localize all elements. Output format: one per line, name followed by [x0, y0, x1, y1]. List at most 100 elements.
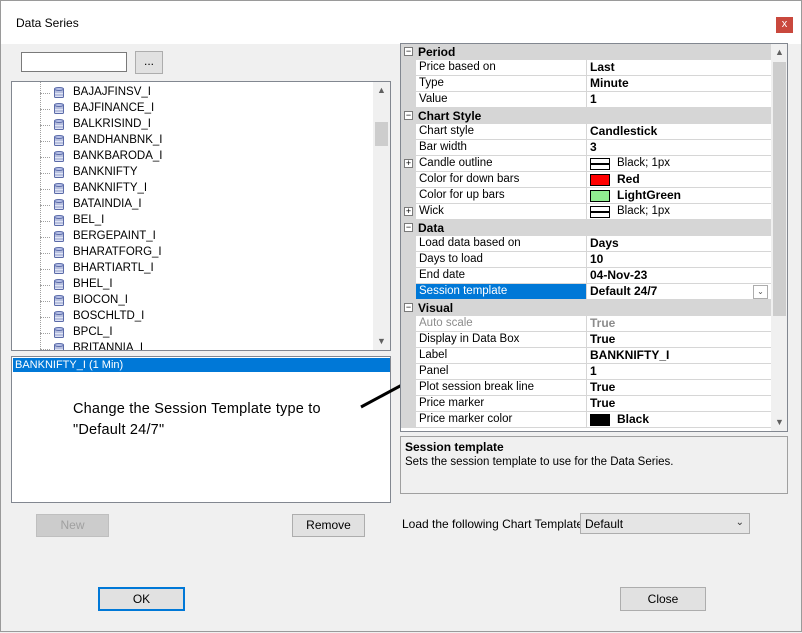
property-value[interactable]: 1 — [587, 364, 772, 380]
collapse-icon[interactable]: − — [404, 303, 413, 312]
property-row[interactable]: Auto scale True — [401, 316, 772, 332]
tree-item[interactable]: BEL_I — [40, 205, 340, 229]
property-row[interactable]: + Wick Black; 1px — [401, 204, 772, 220]
property-row[interactable]: + Candle outline Black; 1px — [401, 156, 772, 172]
close-icon[interactable]: x — [776, 17, 793, 33]
tree-scrollbar[interactable]: ▲ ▼ — [373, 82, 390, 350]
property-row[interactable]: Color for down bars Red — [401, 172, 772, 188]
property-name: Price marker color — [416, 412, 587, 428]
property-row[interactable]: Load data based on Days — [401, 236, 772, 252]
property-row[interactable]: Type Minute — [401, 76, 772, 92]
collapse-icon[interactable]: − — [404, 223, 413, 232]
property-value[interactable]: BANKNIFTY_I — [587, 348, 772, 364]
ok-button[interactable]: OK — [98, 587, 185, 611]
property-value[interactable]: 1 — [587, 92, 772, 108]
selected-series-item[interactable]: BANKNIFTY_I (1 Min) — [13, 358, 390, 372]
browse-button[interactable]: ... — [135, 51, 163, 74]
scroll-up-icon[interactable]: ▲ — [373, 82, 390, 99]
property-value[interactable]: True — [587, 316, 772, 332]
expand-icon[interactable]: + — [404, 159, 413, 168]
row-gutter — [401, 140, 416, 156]
scroll-down-icon[interactable]: ▼ — [373, 333, 390, 350]
tree-item[interactable]: BATAINDIA_I — [40, 189, 340, 213]
tree-item[interactable]: BALKRISIND_I — [40, 109, 340, 133]
property-value[interactable]: Candlestick — [587, 124, 772, 140]
tree-item[interactable]: BIOCON_I — [40, 285, 340, 309]
property-value-text: Red — [617, 172, 640, 186]
property-name: Load data based on — [416, 236, 587, 252]
scroll-down-icon[interactable]: ▼ — [771, 414, 787, 431]
category-period[interactable]: − Period — [401, 44, 772, 60]
property-value-text: Black; 1px — [617, 205, 671, 217]
property-row[interactable]: Display in Data Box True — [401, 332, 772, 348]
scroll-thumb[interactable] — [375, 122, 388, 146]
instrument-tree[interactable]: BAJAJFINSV_I BAJFINANCE_I BALKRISIND_I BAND… — [11, 81, 391, 351]
collapse-icon[interactable]: − — [404, 111, 413, 120]
property-value[interactable]: Black; 1px — [587, 204, 772, 220]
property-row[interactable]: Label BANKNIFTY_I — [401, 348, 772, 364]
expand-icon[interactable]: + — [404, 207, 413, 216]
property-scrollbar[interactable]: ▲ ▼ — [771, 44, 787, 431]
tree-item[interactable]: BAJAJFINSV_I — [40, 82, 340, 101]
category-data[interactable]: − Data — [401, 220, 772, 236]
instruction-annotation: Change the Session Template type to "Def… — [73, 399, 321, 441]
property-row[interactable]: Price marker color Black — [401, 412, 772, 428]
property-row[interactable]: Bar width 3 — [401, 140, 772, 156]
property-value[interactable]: Default 24/7 — [587, 284, 772, 300]
search-input[interactable] — [21, 52, 127, 72]
property-value[interactable]: True — [587, 380, 772, 396]
property-value[interactable]: LightGreen — [587, 188, 772, 204]
tree-connector — [40, 285, 41, 301]
property-value[interactable]: True — [587, 396, 772, 412]
chevron-down-icon[interactable]: ⌄ — [753, 285, 768, 299]
scroll-thumb[interactable] — [773, 62, 786, 316]
property-value[interactable]: 04-Nov-23 — [587, 268, 772, 284]
property-value[interactable]: Black — [587, 412, 772, 428]
tree-item[interactable]: BANKBARODA_I — [40, 141, 340, 165]
property-row[interactable]: Panel 1 — [401, 364, 772, 380]
property-value[interactable]: True — [587, 332, 772, 348]
property-value[interactable]: Black; 1px — [587, 156, 772, 172]
property-value[interactable]: Days — [587, 236, 772, 252]
category-chart-style[interactable]: − Chart Style — [401, 108, 772, 124]
property-row[interactable]: Days to load 10 — [401, 252, 772, 268]
property-row[interactable]: Value 1 — [401, 92, 772, 108]
tree-item[interactable]: BRITANNIA_I — [40, 333, 340, 350]
tree-item-label: BEL_I — [73, 214, 105, 226]
property-value[interactable]: Last — [587, 60, 772, 76]
property-row[interactable]: End date 04-Nov-23 — [401, 268, 772, 284]
property-row[interactable]: Price based on Last — [401, 60, 772, 76]
property-name: Color for down bars — [416, 172, 587, 188]
property-row[interactable]: Plot session break line True — [401, 380, 772, 396]
property-row[interactable]: Color for up bars LightGreen — [401, 188, 772, 204]
chart-template-select[interactable]: Default ⌄ — [580, 513, 750, 534]
tree-item[interactable]: BOSCHLTD_I — [40, 301, 340, 325]
property-value[interactable]: Red — [587, 172, 772, 188]
chevron-down-icon: ⌄ — [735, 517, 744, 528]
property-grid[interactable]: − Period Price based on Last Type Minute Value… — [400, 43, 788, 432]
remove-button[interactable]: Remove — [292, 514, 365, 537]
property-value[interactable]: 10 — [587, 252, 772, 268]
tree-item-label: BOSCHLTD_I — [73, 310, 145, 322]
scroll-up-icon[interactable]: ▲ — [771, 44, 787, 61]
property-value[interactable]: 3 — [587, 140, 772, 156]
tree-item[interactable]: BANKNIFTY_I — [40, 173, 340, 197]
tree-item[interactable]: BAJFINANCE_I — [40, 93, 340, 117]
property-row[interactable]: Session template Default 24/7 ⌄ — [401, 284, 772, 300]
property-value[interactable]: Minute — [587, 76, 772, 92]
database-icon — [54, 103, 64, 114]
close-button[interactable]: Close — [620, 587, 706, 611]
category-visual[interactable]: − Visual — [401, 300, 772, 316]
tree-item[interactable]: BANKNIFTY — [40, 157, 340, 181]
new-button[interactable]: New — [36, 514, 109, 537]
tree-item[interactable]: BANDHANBNK_I — [40, 125, 340, 149]
property-row[interactable]: Price marker True — [401, 396, 772, 412]
tree-item[interactable]: BHARTIARTL_I — [40, 253, 340, 277]
property-row[interactable]: Chart style Candlestick — [401, 124, 772, 140]
tree-item[interactable]: BERGEPAINT_I — [40, 221, 340, 245]
tree-item[interactable]: BPCL_I — [40, 317, 340, 341]
collapse-icon[interactable]: − — [404, 47, 413, 56]
tree-item[interactable]: BHEL_I — [40, 269, 340, 293]
tree-item[interactable]: BHARATFORG_I — [40, 237, 340, 261]
category-label: Period — [418, 45, 456, 59]
